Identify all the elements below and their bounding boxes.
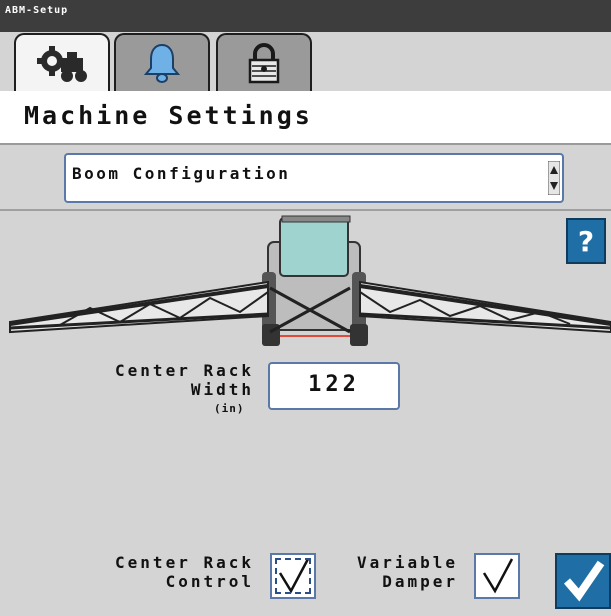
variable-damper-checkbox[interactable] (474, 553, 520, 599)
gear-tractor-icon (37, 46, 87, 82)
spinner-arrows-icon (548, 161, 560, 195)
page-title: Machine Settings (24, 101, 313, 130)
checkmark-icon (482, 558, 514, 594)
center-rack-width-unit: (in) (214, 402, 245, 415)
center-rack-control-label-line1: Center Rack (115, 553, 254, 572)
center-rack-width-input[interactable]: 122 (268, 362, 400, 410)
center-rack-width-label-line2: Width (190, 380, 254, 399)
tab-security[interactable] (216, 33, 312, 91)
center-rack-control-label-line2: Control (165, 572, 254, 591)
help-button[interactable]: ? (566, 218, 606, 264)
center-rack-width-label-line1: Center Rack (115, 361, 254, 380)
tab-alarms[interactable] (114, 33, 210, 91)
window-title: ABM-Setup (5, 5, 69, 16)
titlebar: ABM-Setup (0, 0, 611, 32)
page-header: Machine Settings (0, 91, 611, 145)
confirm-button[interactable] (555, 553, 611, 609)
variable-damper-label-line2: Damper (382, 572, 458, 591)
bell-icon (143, 43, 181, 83)
variable-damper-label-line1: Variable (356, 553, 458, 572)
section-dropdown-value: Boom Configuration (72, 164, 291, 183)
padlock-icon (248, 43, 280, 84)
tab-settings[interactable] (14, 33, 110, 93)
checkmark-icon (563, 560, 605, 602)
screen: ABM-Setup Machine Settings Boom Configur… (0, 0, 611, 616)
sprayer-boom-diagram (9, 215, 611, 346)
section-dropdown[interactable]: Boom Configuration (64, 153, 564, 203)
